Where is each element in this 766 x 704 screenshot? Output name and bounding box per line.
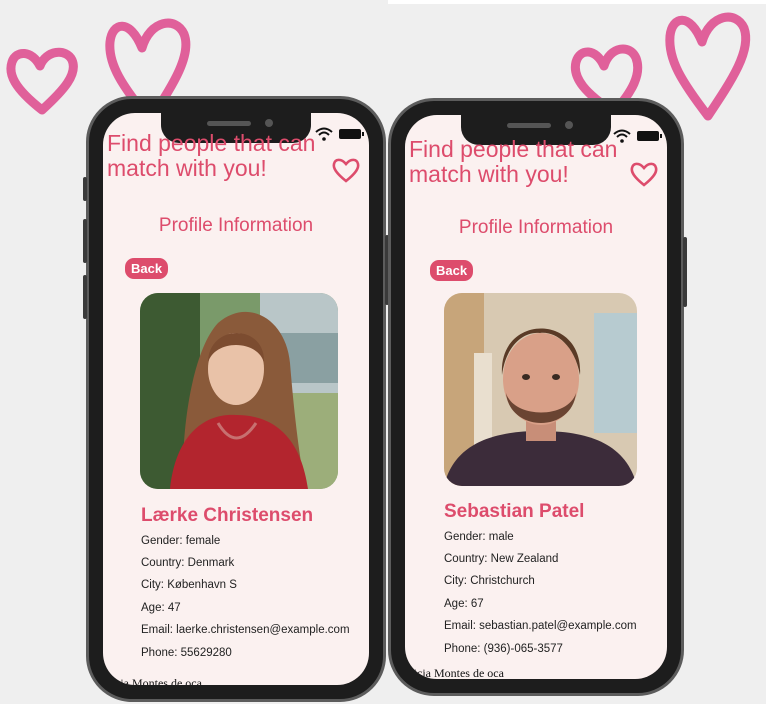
profile-photo bbox=[140, 293, 338, 489]
profile-email: Email: laerke.christensen@example.com bbox=[141, 624, 350, 636]
profile-gender: Gender: female bbox=[141, 535, 221, 547]
phone-screen: Find people that can match with you! Pro… bbox=[103, 113, 369, 685]
profile-name: Lærke Christensen bbox=[141, 505, 314, 526]
back-button[interactable]: Back bbox=[430, 260, 474, 281]
phone-frame-left: Find people that can match with you! Pro… bbox=[83, 96, 389, 702]
heart-doodle-icon bbox=[665, 12, 751, 121]
phone-screen: Find people that can match with you! Pro… bbox=[405, 115, 667, 679]
section-title: Profile Information bbox=[158, 215, 314, 236]
battery-icon bbox=[339, 129, 364, 139]
profile-gender: Gender: male bbox=[444, 531, 514, 543]
heart-doodle-icon bbox=[6, 47, 78, 115]
back-button[interactable]: Back bbox=[125, 258, 169, 279]
heart-outline-icon[interactable] bbox=[629, 160, 659, 188]
profile-country: Country: New Zealand bbox=[444, 553, 559, 565]
app-headline: Find people that can match with you! bbox=[409, 136, 618, 187]
profile-age: Age: 47 bbox=[141, 602, 181, 614]
profile-phone: Phone: 55629280 bbox=[141, 647, 232, 659]
profile-city: City: København S bbox=[141, 579, 237, 591]
author-credit: atricia Montes de oca bbox=[405, 666, 504, 679]
author-credit: atricia Montes de oca bbox=[103, 676, 202, 685]
profile-city: City: Christchurch bbox=[444, 575, 535, 587]
profile-photo bbox=[444, 293, 637, 486]
profile-email: Email: sebastian.patel@example.com bbox=[444, 620, 637, 632]
profile-phone: Phone: (936)-065-3577 bbox=[444, 643, 563, 655]
battery-icon bbox=[637, 131, 662, 141]
profile-country: Country: Denmark bbox=[141, 557, 235, 569]
section-title: Profile Information bbox=[458, 217, 614, 238]
app-headline: Find people that can match with you! bbox=[107, 130, 316, 181]
profile-name: Sebastian Patel bbox=[444, 501, 585, 522]
profile-age: Age: 67 bbox=[444, 598, 484, 610]
phone-frame-right: Find people that can match with you! Pro… bbox=[388, 98, 687, 696]
heart-outline-icon[interactable] bbox=[331, 156, 361, 184]
